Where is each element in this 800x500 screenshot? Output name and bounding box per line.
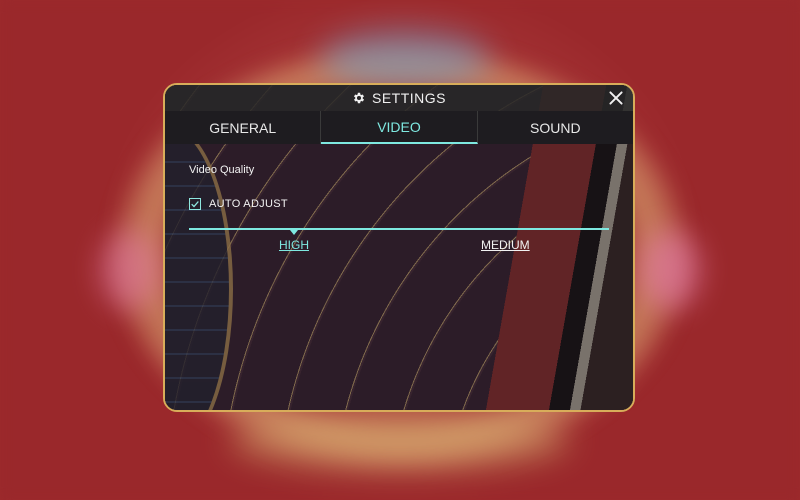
tab-general[interactable]: GENERAL [165,111,322,144]
auto-adjust-label: AUTO ADJUST [209,198,288,210]
background-blob [640,230,700,310]
auto-adjust-checkbox[interactable] [189,198,201,210]
video-settings-panel: Video Quality AUTO ADJUST HIGH MEDIUM [165,164,633,258]
settings-dialog: SETTINGS GENERAL VIDEO SOUND Video Quali… [163,83,635,412]
dialog-title: SETTINGS [371,90,446,106]
dialog-title-wrap: SETTINGS [352,90,446,106]
quality-option-high[interactable]: HIGH [279,238,309,252]
background-blob [320,30,490,90]
video-quality-label: Video Quality [189,164,255,176]
close-button[interactable] [605,87,627,109]
background-blob [230,410,570,470]
close-icon [609,91,623,105]
settings-tabs: GENERAL VIDEO SOUND [165,111,633,144]
auto-adjust-row: AUTO ADJUST [189,198,609,210]
quality-option-medium[interactable]: MEDIUM [481,238,530,252]
tab-sound[interactable]: SOUND [478,111,633,144]
tab-video[interactable]: VIDEO [321,111,478,144]
quality-slider-marker[interactable] [290,230,298,235]
gear-icon [352,91,366,105]
quality-slider-track [189,228,609,230]
checkmark-icon [191,201,199,208]
quality-options: HIGH MEDIUM [189,238,609,258]
dialog-header: SETTINGS [165,85,633,111]
background-blob [100,230,160,310]
quality-slider[interactable] [189,224,609,238]
